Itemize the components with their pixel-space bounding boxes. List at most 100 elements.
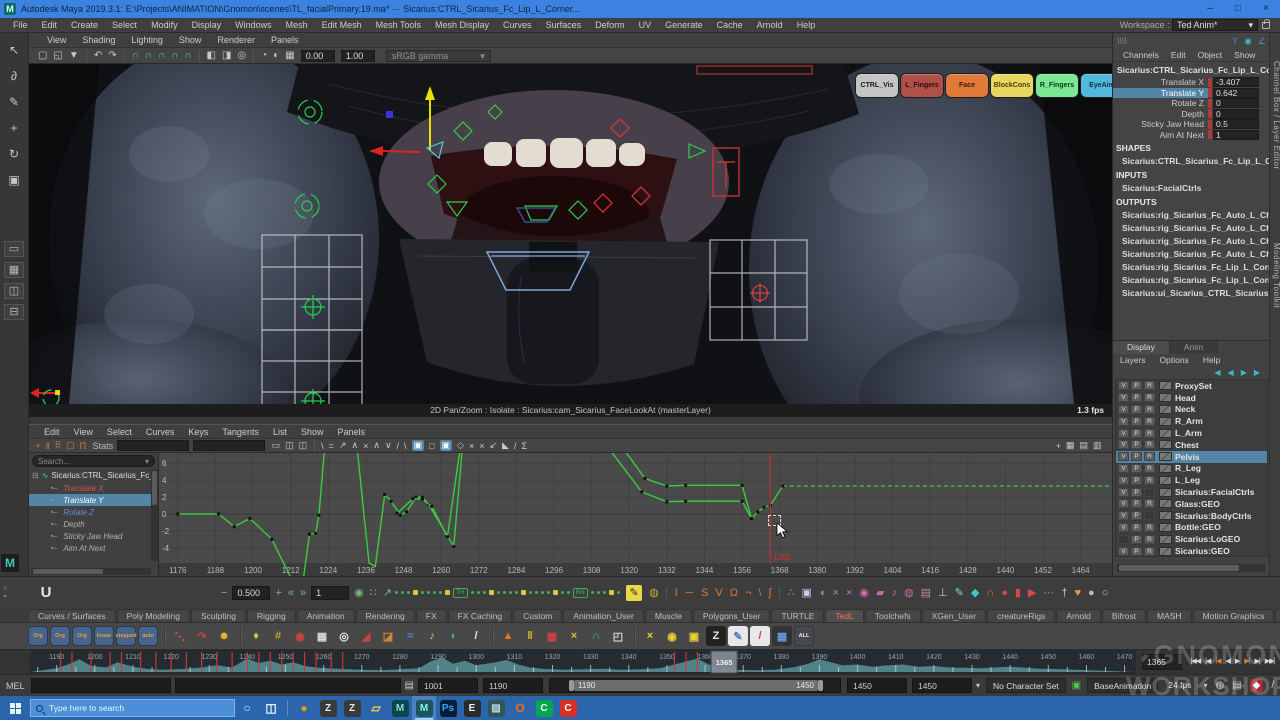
- ge-tangent-icon[interactable]: ∧: [351, 440, 358, 451]
- pen-icon[interactable]: ✎: [626, 585, 642, 601]
- ge-tangent-icon[interactable]: ×: [469, 441, 474, 451]
- search-icon[interactable]: ○: [1102, 587, 1109, 599]
- anim-end-field[interactable]: 1450: [912, 678, 972, 693]
- ge-tool-icon[interactable]: ▢: [66, 440, 75, 451]
- tools-icon[interactable]: †: [1061, 587, 1067, 599]
- character-icon[interactable]: Y: [1232, 36, 1238, 46]
- input-connections-icon[interactable]: ◧: [207, 50, 216, 61]
- firefox-icon[interactable]: ●: [292, 696, 316, 720]
- picker-button-l-fingers[interactable]: L_Fingers: [900, 73, 944, 98]
- animbot-logo[interactable]: U: [36, 583, 56, 603]
- animbot-pose-dot[interactable]: [541, 591, 544, 594]
- channel-label[interactable]: Aim At Next: [1113, 130, 1208, 140]
- mirror2-icon[interactable]: ×: [846, 587, 852, 599]
- animbot-pose-dot[interactable]: [553, 590, 558, 595]
- undo-icon[interactable]: ↶: [94, 50, 102, 61]
- layout-split-icon[interactable]: ◫: [4, 283, 24, 299]
- animbot-pose-dot[interactable]: [401, 591, 404, 594]
- folder-icon[interactable]: ▰: [876, 586, 884, 599]
- ball-icon[interactable]: ●: [1088, 587, 1095, 599]
- ge-tool-icon[interactable]: ‖: [46, 441, 50, 451]
- world-icon[interactable]: ◍: [904, 586, 914, 599]
- wave-icon[interactable]: ≈: [400, 626, 420, 646]
- origin-icon[interactable]: O: [508, 696, 532, 720]
- curve-j-icon[interactable]: ∫: [768, 587, 771, 599]
- shelf-tab-mash[interactable]: MASH: [1147, 609, 1192, 622]
- output-node[interactable]: Sicarius:rig_Sicarius_Fc_Lip_L_Corner_..…: [1113, 273, 1280, 286]
- play-red-icon[interactable]: ▶: [1028, 586, 1036, 599]
- task-view-icon[interactable]: ◫: [259, 696, 283, 720]
- menu-cache[interactable]: Cache: [710, 20, 750, 30]
- camtasia-icon[interactable]: C: [532, 696, 556, 720]
- mel-label[interactable]: MEL: [6, 681, 25, 691]
- layer-move-icon-0[interactable]: ◀: [1214, 368, 1220, 377]
- shelf-tab-custom[interactable]: Custom: [513, 609, 562, 622]
- shelf-tab-arnold[interactable]: Arnold: [1056, 609, 1101, 622]
- frame-step-field[interactable]: 1: [311, 586, 349, 600]
- layer-toggle-p[interactable]: P: [1131, 547, 1142, 556]
- menu-uv[interactable]: UV: [632, 20, 659, 30]
- ge-tangent-icon[interactable]: Σ: [521, 441, 527, 451]
- ge-menu-tangents[interactable]: Tangents: [215, 427, 266, 437]
- layer-toggle-v[interactable]: V: [1118, 547, 1129, 556]
- layout-four-pane-icon[interactable]: ▦: [4, 262, 24, 278]
- ge-tangent-icon[interactable]: ◫: [285, 440, 294, 451]
- channel-box-object-name[interactable]: Sicarius:CTRL_Sicarius_Fc_Lip_L_Corner .…: [1113, 63, 1280, 77]
- ge-channel-depth[interactable]: ▪–Depth: [29, 518, 158, 530]
- layer-toggle-r[interactable]: R: [1144, 523, 1155, 532]
- layout-outliner-icon[interactable]: ⊟: [4, 304, 24, 320]
- time-slider[interactable]: 1190120012101220123012401250126012701280…: [30, 650, 1136, 674]
- gear-icon[interactable]: #: [268, 626, 288, 646]
- shelf-tab-poly-modeling[interactable]: Poly Modeling: [117, 609, 190, 622]
- layer-toggle-p[interactable]: P: [1131, 488, 1142, 497]
- ge-menu-list[interactable]: List: [266, 427, 294, 437]
- animbot-chip-th[interactable]: TH: [453, 588, 468, 598]
- diamond-icon[interactable]: ◆: [971, 586, 979, 599]
- layer-toggle-r[interactable]: R: [1144, 499, 1155, 508]
- layer-tab-display[interactable]: Display: [1113, 341, 1170, 354]
- save-scene-icon[interactable]: ▼: [69, 50, 79, 61]
- draw-icon[interactable]: ∠: [1258, 36, 1266, 47]
- shelf-tab-fx-caching[interactable]: FX Caching: [448, 609, 512, 622]
- panel-menu-shading[interactable]: Shading: [74, 35, 123, 45]
- stats-field-1[interactable]: [117, 440, 189, 451]
- animbot-pose-dot[interactable]: [445, 590, 450, 595]
- anim-prefs-icon[interactable]: ▤: [1232, 680, 1241, 691]
- layer-h-scrollbar[interactable]: [1117, 564, 1265, 572]
- gamma-field[interactable]: 1.00: [341, 50, 375, 62]
- layer-toggle-r[interactable]: R: [1144, 476, 1155, 485]
- brush-icon[interactable]: /: [750, 626, 770, 646]
- ge-channel-sticky-jaw-head[interactable]: ▪–Sticky Jaw Head: [29, 530, 158, 542]
- animbot-pose-dot[interactable]: [603, 591, 606, 594]
- stats-field-2[interactable]: [193, 440, 265, 451]
- layer-toggle-p[interactable]: P: [1131, 405, 1142, 414]
- step-fwd-frame-button[interactable]: ▶|: [1254, 654, 1259, 670]
- menu-modify[interactable]: Modify: [144, 20, 185, 30]
- layer-toggle-v[interactable]: V: [1118, 393, 1129, 402]
- lasso-tool-icon[interactable]: ∂: [3, 65, 25, 87]
- motion-trail-icon[interactable]: ⋱: [170, 626, 190, 646]
- layer-row-sicarius-geo[interactable]: VPRSicarius:GEO: [1116, 545, 1267, 557]
- animbot-pose-dot[interactable]: [477, 591, 480, 594]
- layer-swatch[interactable]: [1159, 381, 1172, 390]
- layer-tab-anim[interactable]: Anim: [1170, 341, 1218, 354]
- ge-tangent-icon[interactable]: ▣: [412, 440, 425, 451]
- shelf-tab-xgen[interactable]: XGen: [1275, 609, 1280, 622]
- close-button[interactable]: ×: [1252, 0, 1280, 18]
- layer-toggle-v[interactable]: V: [1118, 499, 1129, 508]
- ge-channel-translate-x[interactable]: ▪–Translate X: [29, 482, 158, 494]
- animbot-pose-dot[interactable]: [489, 590, 494, 595]
- ge-view-icon[interactable]: +: [1056, 441, 1061, 451]
- grid-dots-icon[interactable]: ∷: [370, 586, 377, 599]
- tangent-org-1[interactable]: Org: [28, 626, 48, 646]
- ge-tangent-icon[interactable]: \: [404, 441, 407, 451]
- shelf-tab-animation-user[interactable]: Animation_User: [563, 609, 643, 622]
- ge-tangent-icon[interactable]: ◇: [457, 440, 464, 451]
- channel-value-field[interactable]: -3.407: [1213, 77, 1259, 87]
- play-forwards-button[interactable]: ▶: [1235, 654, 1239, 670]
- ge-tangent-icon[interactable]: ↙: [489, 440, 497, 451]
- animbot-chip-bn[interactable]: BN: [573, 588, 588, 598]
- layer-toggle-p[interactable]: P: [1131, 452, 1142, 461]
- layer-swatch[interactable]: [1159, 476, 1172, 485]
- ge-tangent-icon[interactable]: ◣: [502, 440, 509, 451]
